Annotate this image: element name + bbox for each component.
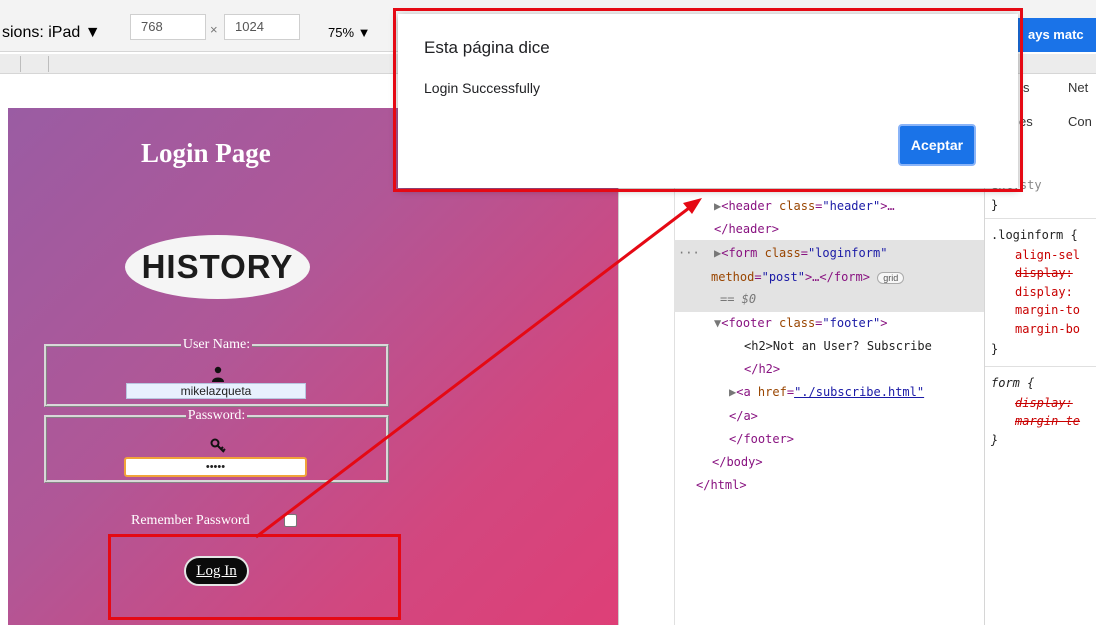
height-input[interactable]: 1024: [224, 14, 300, 40]
username-legend: User Name:: [182, 337, 251, 352]
devtools-banner-button[interactable]: ays matc: [1018, 18, 1096, 52]
password-input[interactable]: •••••: [124, 457, 307, 477]
tree-footer-close[interactable]: </footer>: [729, 432, 794, 446]
tree-form-line-2[interactable]: method="post">…</form> grid: [711, 270, 905, 284]
login-button-highlight-box: [108, 534, 401, 620]
css-close-2: }: [991, 342, 999, 356]
logo-text: HISTORY: [141, 248, 294, 285]
form-selector[interactable]: form {: [991, 376, 1034, 390]
loginform-selector[interactable]: .loginform {: [991, 228, 1078, 242]
remember-password-label: Remember Password: [131, 513, 250, 528]
tree-form-line[interactable]: ▶<form class="loginform": [714, 246, 887, 260]
css-close-1: }: [991, 198, 999, 212]
dialog-highlight-box: [393, 8, 1023, 192]
more-options-icon[interactable]: ···: [678, 246, 700, 260]
css-margin-bottom[interactable]: margin-bo: [1015, 322, 1080, 336]
css-align-self[interactable]: align-sel: [1015, 248, 1080, 262]
grid-badge[interactable]: grid: [877, 272, 905, 284]
css-margin-top[interactable]: margin-to: [1015, 303, 1080, 317]
password-fieldset: Password: •••••: [44, 408, 389, 483]
username-input[interactable]: mikelazqueta: [126, 383, 306, 399]
page-title: Login Page: [141, 138, 271, 168]
username-fieldset: User Name: mikelazqueta: [44, 337, 389, 407]
css-display[interactable]: display:: [1015, 285, 1073, 299]
device-dimensions-dropdown[interactable]: sions: iPad ▼: [2, 22, 112, 44]
tree-header-line[interactable]: ▶<header class="header">…: [714, 199, 895, 213]
zoom-dropdown[interactable]: 75% ▼: [328, 22, 371, 44]
selected-ref: == $0: [720, 292, 757, 306]
history-logo: HISTORY: [125, 235, 310, 299]
css-form-margin[interactable]: margin-te: [1015, 414, 1080, 428]
key-icon: [210, 438, 226, 453]
css-display-overridden[interactable]: display:: [1015, 266, 1073, 280]
tree-html-close[interactable]: </html>: [696, 478, 747, 492]
remember-password-checkbox[interactable]: [284, 514, 297, 527]
screenshot-stage: { "toolbar": { "dimensions_label": "sion…: [0, 0, 1096, 625]
tree-h2-close[interactable]: </h2>: [744, 362, 780, 376]
tree-body-close[interactable]: </body>: [712, 455, 763, 469]
times-symbol: ×: [210, 22, 218, 37]
tree-h2-line[interactable]: <h2>Not an User? Subscribe: [744, 339, 932, 353]
password-legend: Password:: [187, 408, 246, 423]
width-input[interactable]: 768: [130, 14, 206, 40]
tree-footer-line[interactable]: ▼<footer class="footer">: [714, 316, 887, 330]
tree-a-line[interactable]: ▶<a href="./subscribe.html": [729, 385, 924, 399]
tree-a-close[interactable]: </a>: [729, 409, 758, 423]
tree-header-close[interactable]: </header>: [714, 222, 779, 236]
css-close-3: }: [991, 433, 999, 447]
user-icon: [212, 366, 224, 382]
css-form-display[interactable]: display:: [1015, 396, 1073, 410]
